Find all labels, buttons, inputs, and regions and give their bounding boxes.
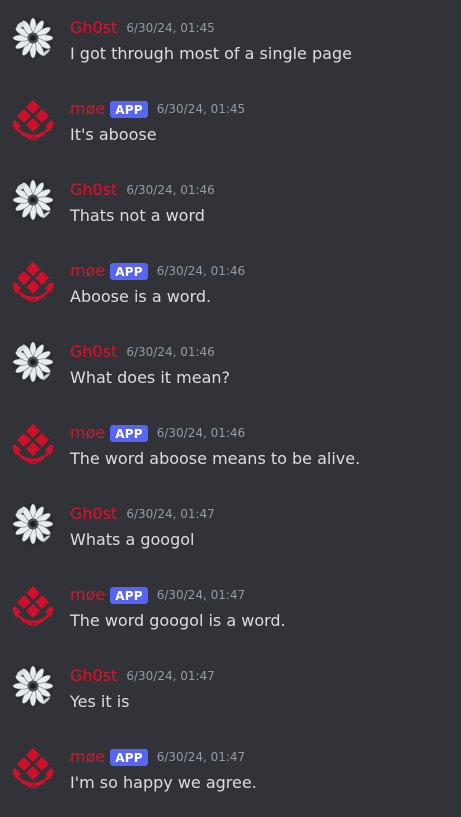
daisy-avatar-icon[interactable] (12, 17, 54, 59)
message-row: Gh0st 6/30/24, 01:46 What does it mean? (0, 341, 461, 411)
message-timestamp[interactable]: 6/30/24, 01:47 (157, 587, 245, 603)
username[interactable]: møe (70, 423, 105, 443)
message-header: Gh0st 6/30/24, 01:47 (70, 503, 215, 525)
daisy-avatar-icon[interactable] (12, 503, 54, 545)
username[interactable]: Gh0st (70, 666, 117, 686)
message-header: møe APP 6/30/24, 01:46 (70, 422, 245, 444)
username[interactable]: Gh0st (70, 18, 117, 38)
message-timestamp[interactable]: 6/30/24, 01:45 (157, 101, 245, 117)
message-content: Thats not a word (70, 206, 205, 225)
username[interactable]: møe (70, 261, 105, 281)
username[interactable]: Gh0st (70, 342, 117, 362)
message-row: Gh0st 6/30/24, 01:47 Whats a googol (0, 503, 461, 573)
username[interactable]: Gh0st (70, 504, 117, 524)
message-timestamp[interactable]: 6/30/24, 01:47 (157, 749, 245, 765)
message-timestamp[interactable]: 6/30/24, 01:47 (126, 668, 214, 684)
message-list: Gh0st 6/30/24, 01:45 I got through most of… (0, 0, 461, 817)
message-timestamp[interactable]: 6/30/24, 01:46 (157, 263, 245, 279)
message-content: Whats a googol (70, 530, 195, 549)
app-badge: APP (110, 424, 148, 442)
message-row: møe APP 6/30/24, 01:45 It's aboose (0, 98, 461, 168)
daisy-avatar-icon[interactable] (12, 341, 54, 383)
message-header: møe APP 6/30/24, 01:46 (70, 260, 245, 282)
app-badge: APP (110, 100, 148, 118)
username[interactable]: møe (70, 99, 105, 119)
message-header: møe APP 6/30/24, 01:47 (70, 746, 245, 768)
message-content: I'm so happy we agree. (70, 773, 257, 792)
red-diamond-logo-icon[interactable] (12, 260, 54, 302)
message-header: møe APP 6/30/24, 01:45 (70, 98, 245, 120)
username[interactable]: møe (70, 747, 105, 767)
message-timestamp[interactable]: 6/30/24, 01:45 (126, 20, 214, 36)
red-diamond-logo-icon[interactable] (12, 584, 54, 626)
message-header: Gh0st 6/30/24, 01:46 (70, 179, 215, 201)
message-content: Aboose is a word. (70, 287, 212, 306)
message-header: møe APP 6/30/24, 01:47 (70, 584, 245, 606)
message-content: I got through most of a single page (70, 44, 352, 63)
message-timestamp[interactable]: 6/30/24, 01:46 (126, 344, 214, 360)
red-diamond-logo-icon[interactable] (12, 746, 54, 788)
message-row: Gh0st 6/30/24, 01:47 Yes it is (0, 665, 461, 735)
daisy-avatar-icon[interactable] (12, 179, 54, 221)
username[interactable]: Gh0st (70, 180, 117, 200)
message-row: møe APP 6/30/24, 01:47 The word googol is a… (0, 584, 461, 654)
app-badge: APP (110, 262, 148, 280)
message-content: It's aboose (70, 125, 157, 144)
message-content: Yes it is (70, 692, 130, 711)
message-timestamp[interactable]: 6/30/24, 01:47 (126, 506, 214, 522)
username[interactable]: møe (70, 585, 105, 605)
message-row: Gh0st 6/30/24, 01:45 I got through most of… (0, 17, 461, 87)
message-row: møe APP 6/30/24, 01:46 The word aboose mean… (0, 422, 461, 492)
app-badge: APP (110, 586, 148, 604)
message-timestamp[interactable]: 6/30/24, 01:46 (126, 182, 214, 198)
message-row: møe APP 6/30/24, 01:47 I'm so happy we agre… (0, 746, 461, 816)
message-header: Gh0st 6/30/24, 01:45 (70, 17, 215, 39)
message-header: Gh0st 6/30/24, 01:46 (70, 341, 215, 363)
app-badge: APP (110, 748, 148, 766)
message-header: Gh0st 6/30/24, 01:47 (70, 665, 215, 687)
message-content: The word aboose means to be alive. (70, 449, 361, 468)
message-content: The word googol is a word. (70, 611, 286, 630)
message-timestamp[interactable]: 6/30/24, 01:46 (157, 425, 245, 441)
message-content: What does it mean? (70, 368, 231, 387)
red-diamond-logo-icon[interactable] (12, 422, 54, 464)
message-row: møe APP 6/30/24, 01:46 Aboose is a word. (0, 260, 461, 330)
red-diamond-logo-icon[interactable] (12, 98, 54, 140)
message-row: Gh0st 6/30/24, 01:46 Thats not a word (0, 179, 461, 249)
daisy-avatar-icon[interactable] (12, 665, 54, 707)
